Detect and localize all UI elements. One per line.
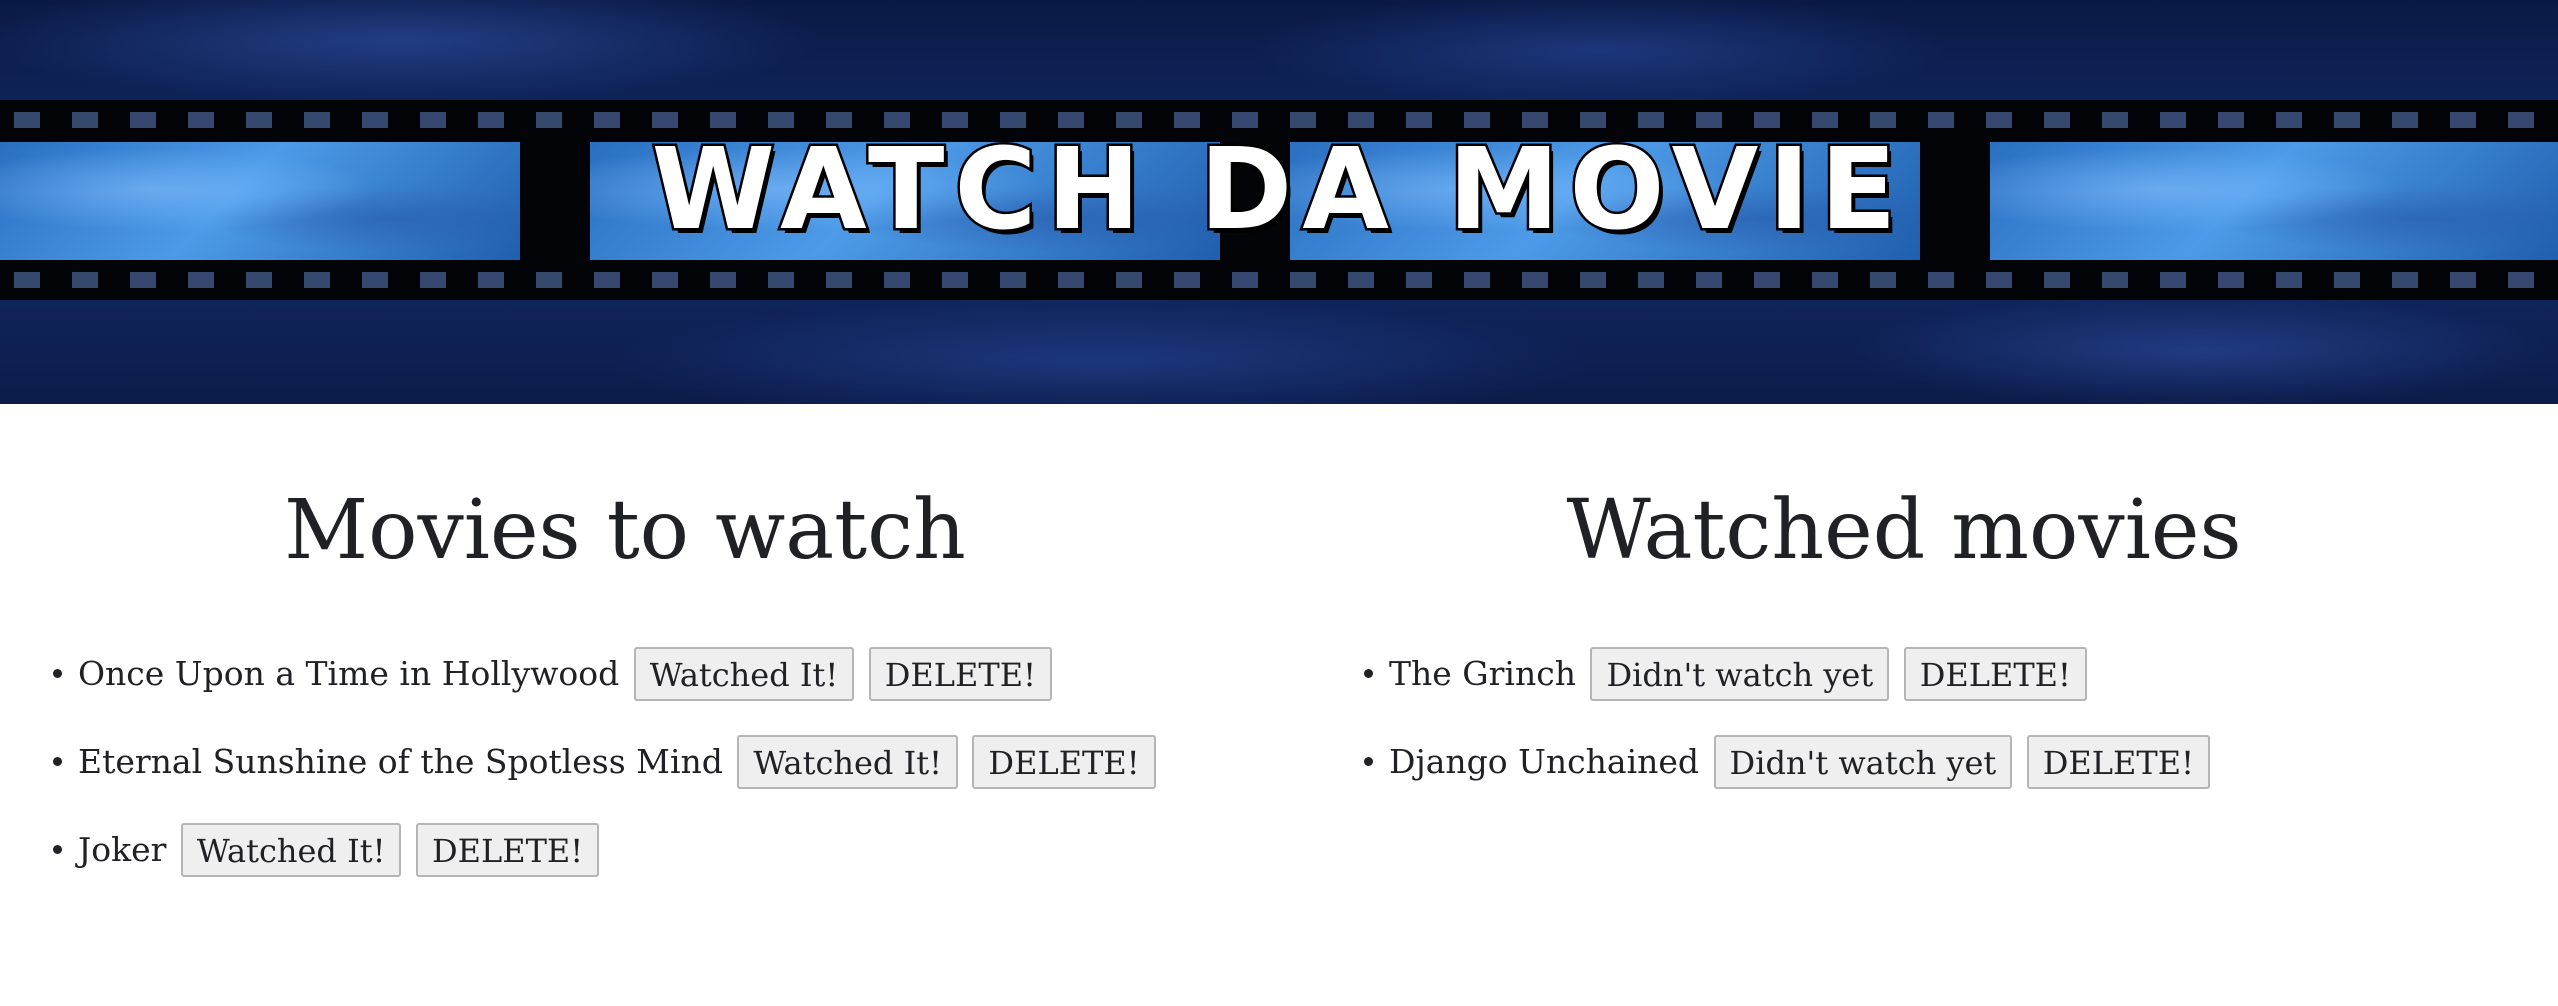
movie-title: Joker [78,830,167,869]
didnt-watch-yet-button[interactable]: Didn't watch yet [1713,735,2013,789]
watched-it-button[interactable]: Watched It! [737,735,958,789]
list-item: Joker Watched It! DELETE! [78,820,1156,877]
movie-title: Django Unchained [1389,742,1700,781]
watched-it-button[interactable]: Watched It! [180,823,402,877]
delete-button[interactable]: DELETE! [415,823,600,877]
movie-title: Eternal Sunshine of the Spotless Mind [78,742,723,781]
delete-button[interactable]: DELETE! [1903,647,2087,701]
delete-button[interactable]: DELETE! [2026,735,2210,789]
to-watch-heading: Movies to watch [284,483,966,578]
to-watch-list: Once Upon a Time in Hollywood Watched It… [0,644,1156,908]
movie-title: The Grinch [1389,654,1576,693]
header-banner: WATCH DA MOVIE [0,0,2558,404]
delete-button[interactable]: DELETE! [972,735,1156,789]
site-logo-title: WATCH DA MOVIE [649,125,1907,255]
movie-title: Once Upon a Time in Hollywood [78,654,620,693]
list-item: Once Upon a Time in Hollywood Watched It… [78,644,1156,701]
film-perforations-bottom [0,272,2558,288]
watched-list: The Grinch Didn't watch yet DELETE! Djan… [1279,644,2210,820]
list-item: Eternal Sunshine of the Spotless Mind Wa… [78,732,1156,789]
list-item: Django Unchained Didn't watch yet DELETE… [1389,732,2210,789]
watched-heading: Watched movies [1566,483,2242,578]
delete-button[interactable]: DELETE! [868,647,1052,701]
didnt-watch-yet-button[interactable]: Didn't watch yet [1590,647,1890,701]
list-item: The Grinch Didn't watch yet DELETE! [1389,644,2210,701]
watched-it-button[interactable]: Watched It! [633,647,855,701]
